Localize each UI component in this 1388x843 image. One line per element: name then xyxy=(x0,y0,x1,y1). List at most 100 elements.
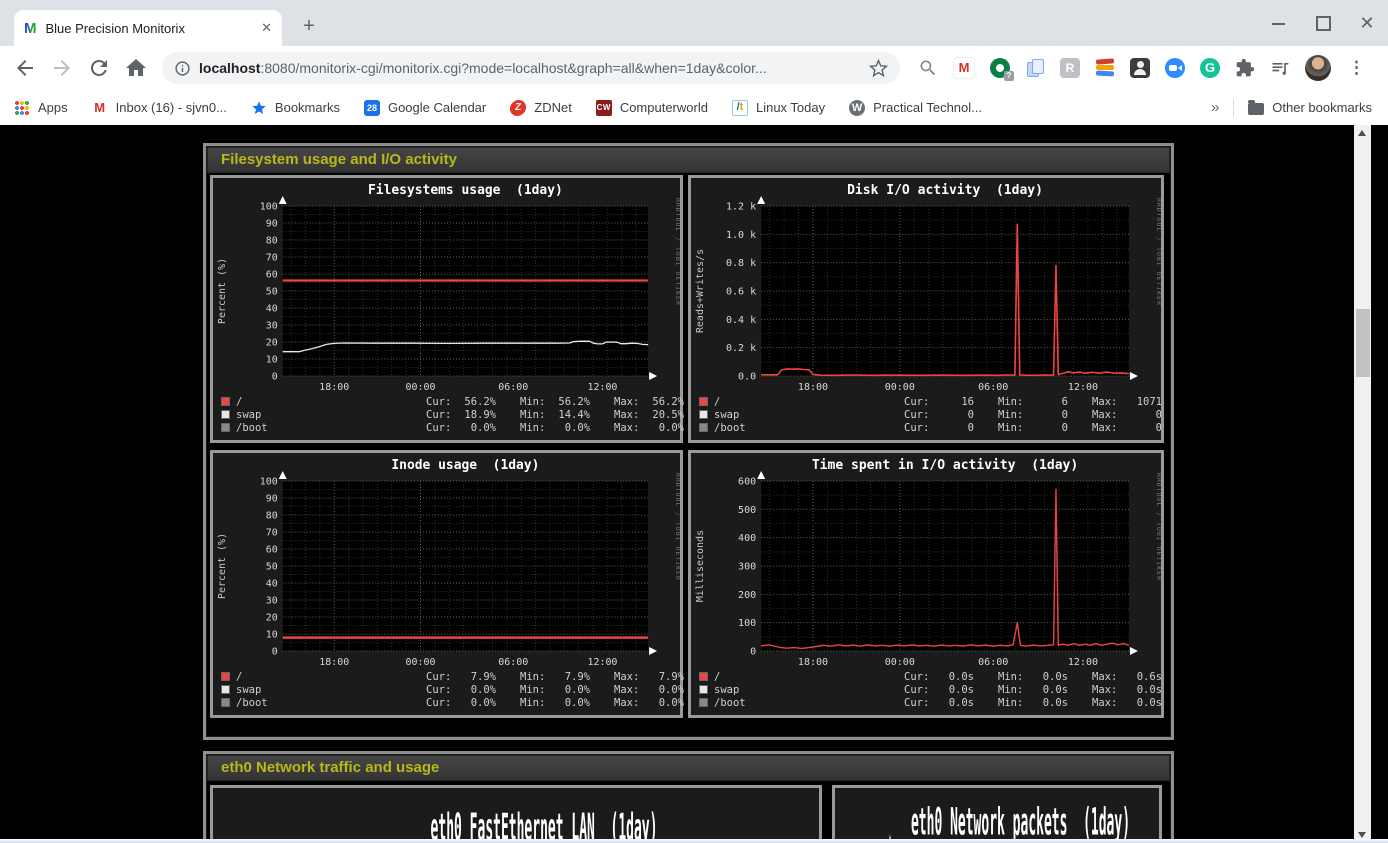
bookmark-label: ZDNet xyxy=(534,100,572,115)
copy-pages-extension-icon[interactable] xyxy=(1025,58,1045,78)
svg-text:RRDTOOL / TOBI OETIKER: RRDTOOL / TOBI OETIKER xyxy=(1155,198,1161,306)
bookmark-zdnet[interactable]: ZZDNet xyxy=(510,100,572,116)
legend-row: /Cur:7.9%Min:7.9%Max:7.9% xyxy=(221,670,670,683)
svg-text:0.6 k: 0.6 k xyxy=(726,287,756,298)
bookmark-label: Linux Today xyxy=(756,100,825,115)
svg-text:1.2 k: 1.2 k xyxy=(726,202,756,213)
window-close-button[interactable]: ✕ xyxy=(1356,12,1378,34)
forward-button[interactable] xyxy=(50,56,74,80)
scrollbar-thumb[interactable] xyxy=(1356,309,1370,377)
svg-text:90: 90 xyxy=(266,218,278,229)
eth0-packets-graph[interactable]: 1.0eth0 Network packets (1day)Packets/sR… xyxy=(835,788,1159,843)
svg-text:20: 20 xyxy=(266,337,278,348)
playlist-extension-icon[interactable] xyxy=(1270,58,1290,78)
calendar-icon: 28 xyxy=(364,100,380,116)
svg-text:eth0 Network packets (1day): eth0 Network packets (1day) xyxy=(911,800,1130,843)
new-tab-button[interactable]: + xyxy=(296,14,322,40)
legend-row: swapCur:18.9%Min:14.4%Max:20.5% xyxy=(221,408,670,421)
grammarly-extension-icon[interactable]: G xyxy=(1200,58,1220,78)
gmail-extension-icon[interactable]: M xyxy=(953,57,975,79)
svg-text:00:00: 00:00 xyxy=(885,382,915,392)
bookmarks-bar: Apps MInbox (16) - sjvn0... Bookmarks 28… xyxy=(0,90,1388,125)
page-info-icon[interactable] xyxy=(174,60,191,77)
inode-usage-graph[interactable]: 010203040506070809010018:0000:0006:0012:… xyxy=(213,453,680,667)
bookmarks-divider xyxy=(1233,99,1234,117)
disk-io-graph[interactable]: 0.00.2 k0.4 k0.6 k0.8 k1.0 k1.2 k18:0000… xyxy=(691,178,1161,392)
svg-text:40: 40 xyxy=(266,578,278,589)
bookmark-star-icon[interactable] xyxy=(869,59,888,78)
panel-filesystems-usage[interactable]: 010203040506070809010018:0000:0006:0012:… xyxy=(210,175,683,443)
svg-text:10: 10 xyxy=(266,629,278,640)
search-extension-icon[interactable] xyxy=(918,58,938,78)
section-eth0-network: eth0 Network traffic and usage 1.00.9eth… xyxy=(203,751,1174,843)
home-button[interactable] xyxy=(124,56,148,80)
svg-text:06:00: 06:00 xyxy=(498,382,528,392)
legend-swatch xyxy=(699,685,708,694)
maximize-button[interactable] xyxy=(1312,12,1334,34)
linux-today-icon: /t xyxy=(732,100,748,116)
svg-text:20: 20 xyxy=(266,612,278,623)
address-bar[interactable]: localhost:8080/monitorix-cgi/monitorix.c… xyxy=(162,52,900,84)
svg-text:60: 60 xyxy=(266,544,278,555)
filesystems-usage-graph[interactable]: 010203040506070809010018:0000:0006:0012:… xyxy=(213,178,680,392)
legend-swatch xyxy=(699,410,708,419)
apps-grid-icon xyxy=(14,100,30,116)
bookmark-google-calendar[interactable]: 28Google Calendar xyxy=(364,100,486,116)
reload-button[interactable] xyxy=(87,56,111,80)
svg-text:Disk I/O activity (1day): Disk I/O activity (1day) xyxy=(847,183,1043,198)
section-filesystem: Filesystem usage and I/O activity 010203… xyxy=(203,143,1174,740)
books-stack-extension-icon[interactable] xyxy=(1095,58,1115,78)
svg-text:RRDTOOL / TOBI OETIKER: RRDTOOL / TOBI OETIKER xyxy=(1155,473,1161,581)
svg-text:80: 80 xyxy=(266,510,278,521)
svg-text:Milliseconds: Milliseconds xyxy=(695,530,706,602)
eth0-lan-graph[interactable]: 1.00.9eth0 FastEthernet LAN (1day)RRDTOO… xyxy=(213,788,819,843)
legend-row: swapCur:0.0%Min:0.0%Max:0.0% xyxy=(221,683,670,696)
tab-close-icon[interactable]: ✕ xyxy=(261,20,272,36)
svg-text:12:00: 12:00 xyxy=(587,382,617,392)
r-extension-icon[interactable]: R xyxy=(1060,58,1080,78)
svg-text:18:00: 18:00 xyxy=(798,382,828,392)
keeper-extension-icon[interactable] xyxy=(1130,58,1150,78)
panel-disk-io[interactable]: 0.00.2 k0.4 k0.6 k0.8 k1.0 k1.2 k18:0000… xyxy=(688,175,1164,443)
panel-inode-usage[interactable]: 010203040506070809010018:0000:0006:0012:… xyxy=(210,450,683,718)
monitorix-favicon-icon: M xyxy=(24,20,37,37)
question-badge: ? xyxy=(1004,71,1014,81)
vertical-scrollbar[interactable] xyxy=(1354,125,1371,843)
svg-text:06:00: 06:00 xyxy=(978,382,1008,392)
bookmark-linux-today[interactable]: /t Linux Today xyxy=(732,100,825,116)
chat-help-extension-icon[interactable]: ? xyxy=(990,58,1010,78)
panel-time-io[interactable]: 010020030040050060018:0000:0006:0012:00T… xyxy=(688,450,1164,718)
bookmarks-overflow-chevron[interactable]: » xyxy=(1211,99,1219,116)
bookmark-practical-technology[interactable]: WPractical Technol... xyxy=(849,100,982,116)
panel-eth0-packets[interactable]: 1.0eth0 Network packets (1day)Packets/sR… xyxy=(832,785,1162,843)
scroll-up-arrow-icon[interactable] xyxy=(1354,125,1371,141)
zoom-camera-extension-icon[interactable] xyxy=(1165,58,1185,78)
window-controls: ✕ xyxy=(1268,12,1378,34)
back-button[interactable] xyxy=(13,56,37,80)
browser-tab[interactable]: M Blue Precision Monitorix ✕ xyxy=(14,10,282,46)
svg-text:70: 70 xyxy=(266,252,278,263)
bookmark-inbox[interactable]: MInbox (16) - sjvn0... xyxy=(92,100,227,116)
svg-text:400: 400 xyxy=(738,533,756,544)
svg-text:18:00: 18:00 xyxy=(798,657,828,667)
minimize-button[interactable] xyxy=(1268,12,1290,34)
svg-text:100: 100 xyxy=(738,618,756,629)
legend-swatch xyxy=(699,698,708,707)
legend-swatch xyxy=(699,397,708,406)
user-avatar[interactable] xyxy=(1305,55,1331,81)
extensions-puzzle-icon[interactable] xyxy=(1235,58,1255,78)
legend-swatch xyxy=(699,423,708,432)
other-bookmarks-button[interactable]: Other bookmarks xyxy=(1248,100,1372,115)
panel-eth0-lan[interactable]: 1.00.9eth0 FastEthernet LAN (1day)RRDTOO… xyxy=(210,785,822,843)
svg-text:18:00: 18:00 xyxy=(319,382,349,392)
url-host: localhost xyxy=(199,60,260,76)
legend-swatch xyxy=(699,672,708,681)
browser-menu-icon[interactable]: ⋮ xyxy=(1348,58,1365,78)
bookmark-apps[interactable]: Apps xyxy=(14,100,68,116)
svg-text:50: 50 xyxy=(266,561,278,572)
tab-strip: M Blue Precision Monitorix ✕ + ✕ xyxy=(0,0,1388,46)
svg-text:100: 100 xyxy=(260,476,278,487)
bookmark-computerworld[interactable]: CWComputerworld xyxy=(596,100,708,116)
bookmark-bookmarks[interactable]: Bookmarks xyxy=(251,100,340,116)
time-io-graph[interactable]: 010020030040050060018:0000:0006:0012:00T… xyxy=(691,453,1161,667)
